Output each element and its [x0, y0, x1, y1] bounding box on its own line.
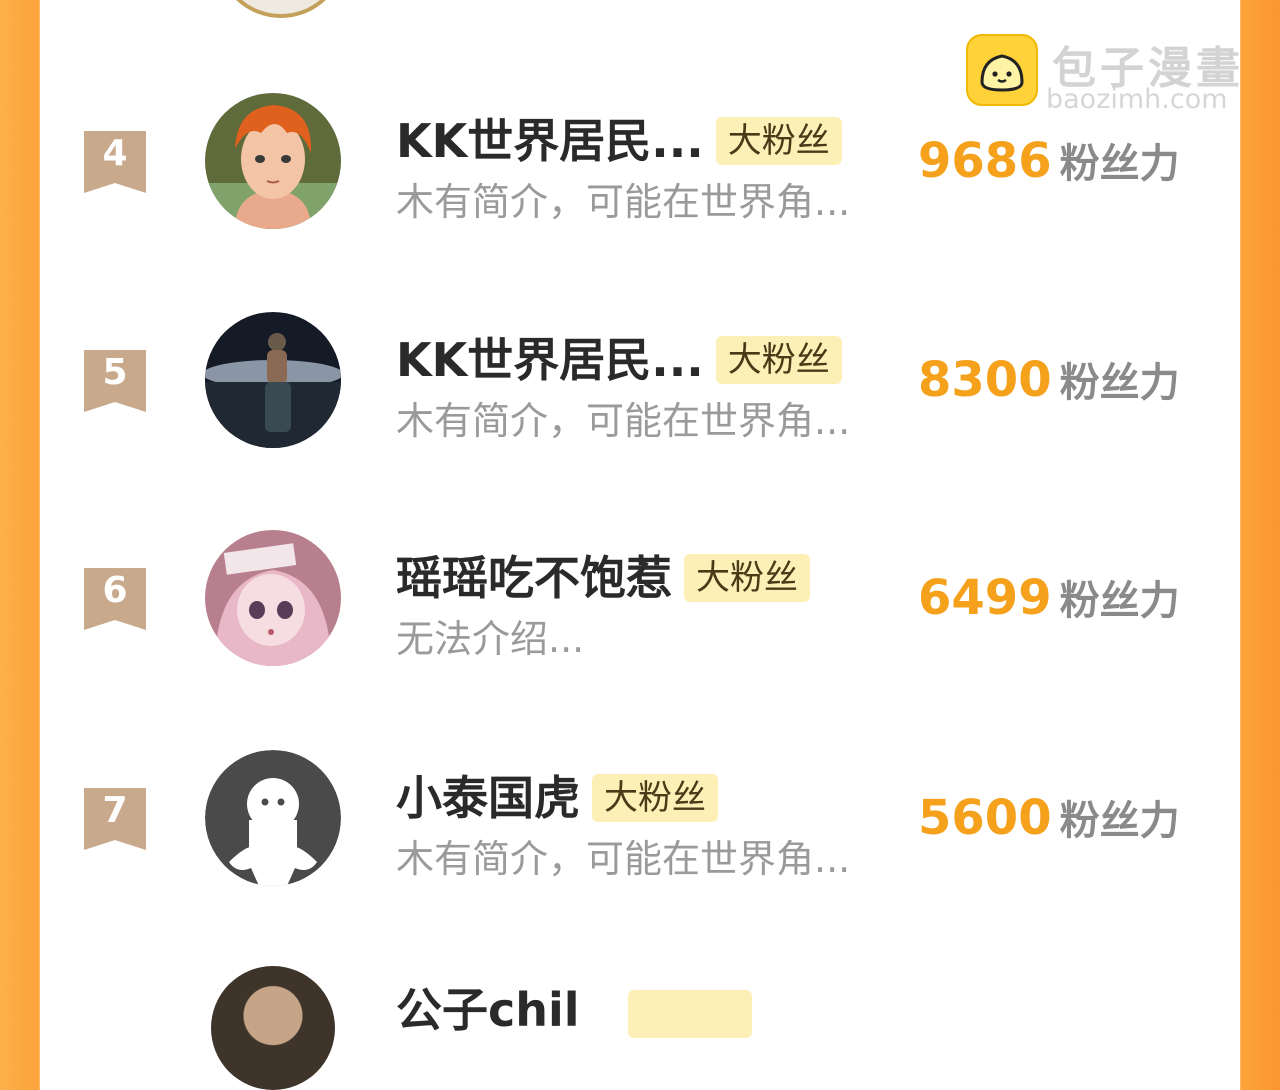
user-name[interactable]: 小泰国虎 大粉丝 [396, 762, 718, 828]
user-name-text[interactable]: KK世界居民... [396, 333, 704, 387]
fan-power-score: 9686 粉丝力 [918, 131, 1180, 189]
fan-power-score: 5600 粉丝力 [918, 788, 1180, 846]
default-ghost-avatar[interactable] [205, 750, 341, 886]
score-unit: 粉丝力 [1059, 360, 1180, 406]
avatar-rank-8-partial[interactable] [211, 966, 335, 1090]
user-name-text[interactable]: 瑶瑶吃不饱惹 [396, 551, 672, 605]
fan-level-tag: 大粉丝 [592, 773, 718, 822]
rank-badge: 4 [84, 131, 146, 193]
user-bio: 无法介绍... [396, 617, 585, 661]
score-unit: 粉丝力 [1059, 141, 1180, 187]
rank-number: 4 [102, 133, 128, 174]
rank-badge: 5 [84, 350, 146, 412]
user-name[interactable]: 瑶瑶吃不饱惹 大粉丝 [396, 542, 810, 608]
user-bio: 木有简介，可能在世界角... [396, 837, 851, 881]
fan-level-tag: 大粉丝 [715, 335, 842, 384]
fan-power-score: 6499 粉丝力 [918, 568, 1180, 626]
fan-power-score: 8300 粉丝力 [918, 350, 1180, 408]
user-bio: 木有简介，可能在世界角... [396, 399, 851, 443]
rank-number: 5 [102, 352, 128, 393]
anime-boy-orange-hair-avatar[interactable] [205, 93, 341, 229]
user-name[interactable]: KK世界居民... 大粉丝 [396, 324, 842, 390]
user-bio: 木有简介，可能在世界角... [396, 180, 851, 224]
user-name-text[interactable]: 小泰国虎 [396, 771, 580, 825]
ranking-row[interactable]: 4 KK世界居民... 大粉丝 木有简介，可能在世界角... 9686 粉丝力 [0, 93, 1280, 243]
user-name[interactable]: KK世界居民... 大粉丝 [396, 105, 842, 171]
user-name-text[interactable]: KK世界居民... [396, 114, 704, 168]
ranking-row[interactable]: 6 瑶瑶吃不饱惹 大粉丝 无法介绍... 6499 粉丝力 [0, 530, 1280, 680]
fan-level-tag: 大粉丝 [715, 116, 842, 165]
fan-level-tag: 大粉丝 [684, 553, 810, 602]
dark-photo-avatar[interactable] [205, 312, 341, 448]
score-value: 8300 [918, 352, 1052, 408]
score-unit: 粉丝力 [1059, 578, 1180, 624]
rank-badge: 6 [84, 568, 146, 630]
score-value: 9686 [918, 133, 1052, 189]
score-value: 5600 [918, 790, 1052, 846]
anime-girl-pink-avatar[interactable] [205, 530, 341, 666]
rank-badge: 7 [84, 788, 146, 850]
rank-number: 6 [102, 570, 128, 611]
score-unit: 粉丝力 [1059, 798, 1180, 844]
ranking-row[interactable]: 7 小泰国虎 大粉丝 木有简介，可能在世界角... 5600 粉丝力 [0, 750, 1280, 900]
score-value: 6499 [918, 570, 1052, 626]
user-name-partial[interactable]: 公子chil [396, 974, 580, 1040]
rank-number: 7 [102, 790, 128, 831]
ranking-row[interactable]: 5 KK世界居民... 大粉丝 木有简介，可能在世界角... 8300 粉丝力 [0, 312, 1280, 462]
fan-level-tag-partial [628, 990, 752, 1038]
